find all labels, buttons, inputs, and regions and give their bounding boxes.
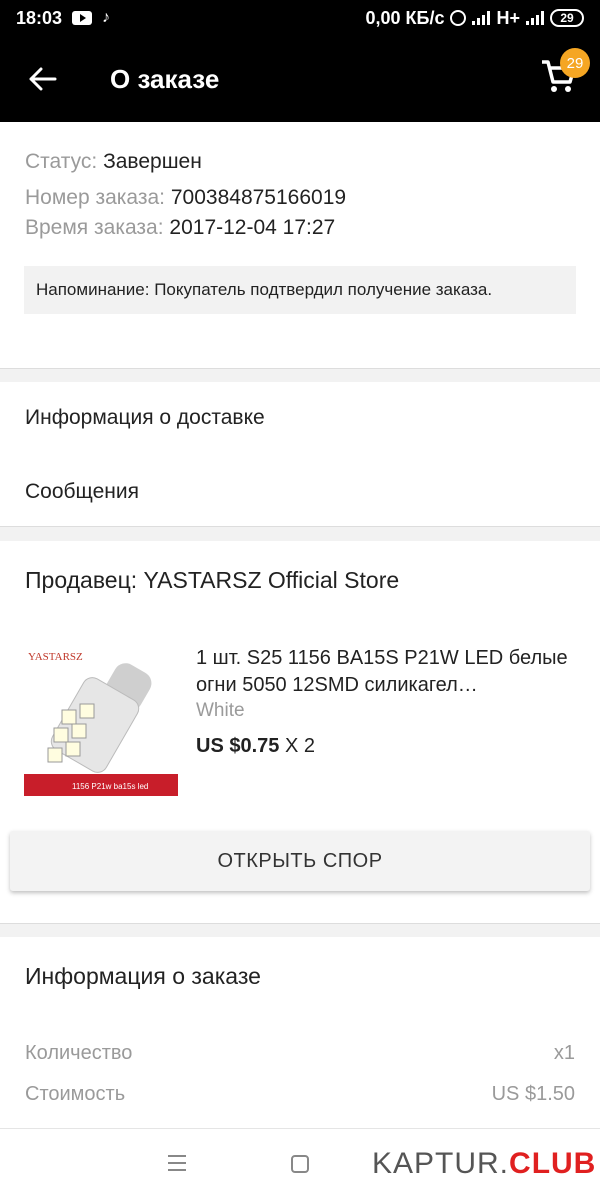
product-image[interactable]: YASTARSZ 1156 P21w ba15s led <box>24 644 178 796</box>
open-dispute-button[interactable]: ОТКРЫТЬ СПОР <box>10 831 590 891</box>
product-variant: White <box>196 700 245 721</box>
status-label: Статус: <box>25 150 98 173</box>
watermark: KAPTUR.CLUB <box>372 1147 596 1181</box>
watermark-main: KAPTUR. <box>372 1147 510 1180</box>
cost-value: US $1.50 <box>491 1083 575 1105</box>
cost-label: Стоимость <box>25 1083 126 1105</box>
network-type: H+ <box>496 7 520 28</box>
seller-section: Продавец: YASTARSZ Official Store YASTAR… <box>0 541 600 923</box>
led-bulb-image: YASTARSZ 1156 P21w ba15s led <box>24 651 178 796</box>
product-price: US $0.75 X 2 <box>196 735 315 758</box>
product-title[interactable]: 1 шт. S25 1156 BA15S P21W LED белые огни… <box>196 645 576 699</box>
section-divider <box>0 923 600 937</box>
product-unit-price: US $0.75 <box>196 735 280 757</box>
order-info-title: Информация о заказе <box>25 963 261 989</box>
page-title: О заказе <box>110 63 220 94</box>
youtube-icon <box>72 11 93 25</box>
status-time: 18:03 <box>16 7 63 28</box>
back-button[interactable] <box>0 36 86 122</box>
order-status-section: Статус: Завершен Номер заказа: 700384875… <box>0 122 600 368</box>
reminder-notice: Напоминание: Покупатель подтвердил получ… <box>24 266 576 314</box>
order-number-label: Номер заказа: <box>25 186 166 209</box>
network-speed: 0,00 КБ/с <box>365 7 445 28</box>
order-time-label: Время заказа: <box>25 216 164 239</box>
status-bar: 18:03 ♪ 0,00 КБ/с H+ 29 <box>0 0 600 36</box>
order-number-value: 700384875166019 <box>170 186 347 209</box>
order-time-value: 2017-12-04 17:27 <box>169 216 336 239</box>
cart-count-badge: 29 <box>560 48 590 78</box>
watermark-accent: CLUB <box>509 1147 597 1180</box>
cost-row: Стоимость US $1.50 <box>25 1083 575 1106</box>
order-links-section: Информация о доставке Сообщения <box>0 382 600 526</box>
section-divider <box>0 526 600 541</box>
app-bar: О заказе 29 <box>0 36 600 122</box>
battery-icon: 29 <box>550 9 584 27</box>
section-divider <box>0 368 600 382</box>
system-nav-bar: KAPTUR.CLUB <box>0 1128 600 1200</box>
arrow-left-icon <box>29 67 57 91</box>
status-value: Завершен <box>103 150 202 173</box>
signal-icon <box>472 11 491 25</box>
quantity-value: x1 <box>553 1042 575 1064</box>
cart-button[interactable]: 29 <box>540 48 590 100</box>
quantity-row: Количество x1 <box>25 1042 575 1065</box>
quantity-label: Количество <box>25 1042 133 1064</box>
svg-text:YASTARSZ: YASTARSZ <box>28 651 83 663</box>
tiktok-icon: ♪ <box>102 9 111 26</box>
product-quantity: X 2 <box>279 735 315 757</box>
order-number-row: Номер заказа: 700384875166019 <box>25 186 346 210</box>
home-icon[interactable] <box>291 1155 309 1173</box>
signal-icon-2 <box>526 11 544 25</box>
messages-link[interactable]: Сообщения <box>25 480 139 504</box>
order-info-section: Информация о заказе Количество x1 Стоимо… <box>0 937 600 1127</box>
status-row: Статус: Завершен <box>25 150 202 174</box>
menu-icon[interactable] <box>168 1155 186 1171</box>
delivery-info-link[interactable]: Информация о доставке <box>25 406 265 430</box>
seller-name[interactable]: Продавец: YASTARSZ Official Store <box>25 567 399 594</box>
alarm-icon <box>450 10 467 26</box>
svg-text:1156 P21w ba15s led: 1156 P21w ba15s led <box>72 782 148 791</box>
order-time-row: Время заказа: 2017-12-04 17:27 <box>25 216 335 240</box>
